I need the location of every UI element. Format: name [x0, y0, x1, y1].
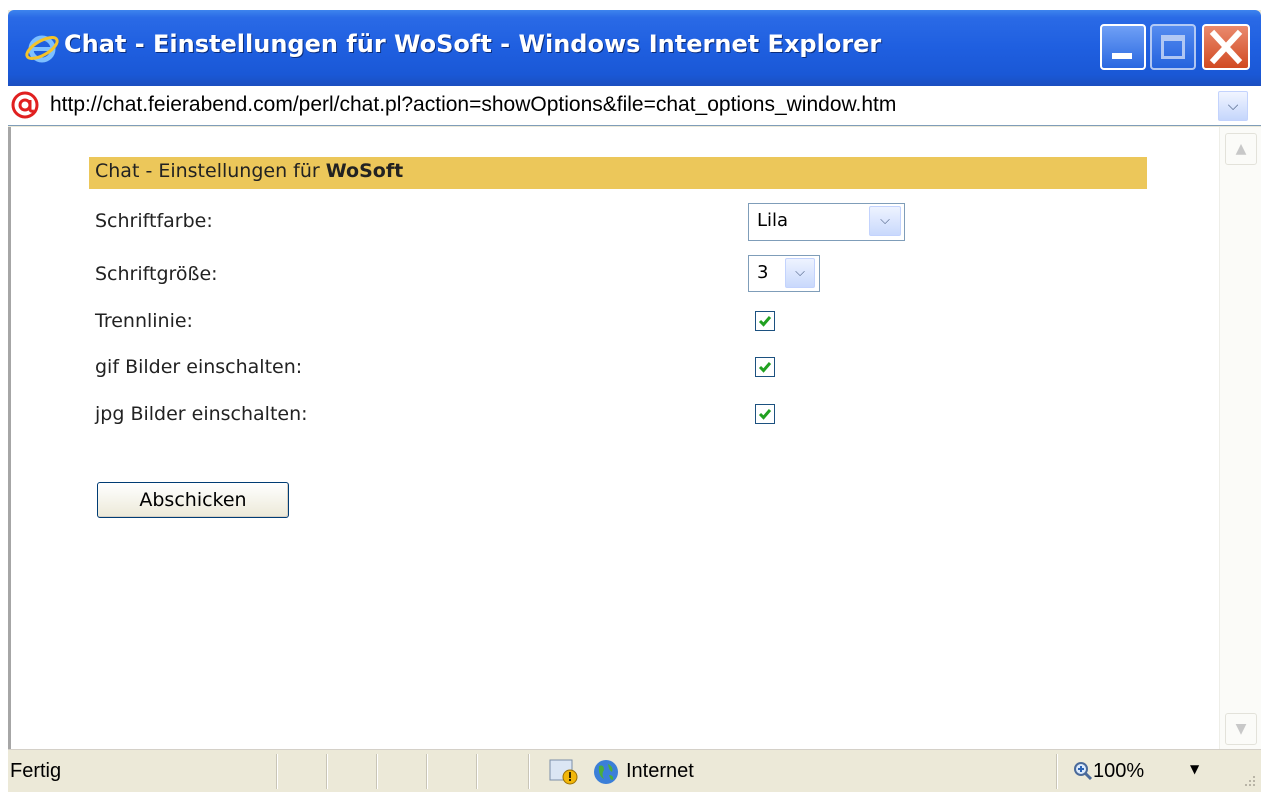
status-text: Fertig — [10, 760, 62, 782]
chevron-down-icon: ▼ — [1235, 721, 1247, 737]
vertical-scrollbar[interactable]: ▲ ▼ — [1219, 127, 1261, 749]
address-page-icon — [11, 91, 39, 119]
minimize-button[interactable] — [1100, 24, 1146, 70]
status-divider — [276, 754, 278, 789]
checkmark-icon — [758, 316, 772, 327]
status-divider — [528, 754, 530, 789]
chevron-up-icon: ▲ — [1235, 141, 1247, 157]
scroll-down-button[interactable]: ▼ — [1225, 713, 1257, 745]
settings-header: Chat - Einstellungen für WoSoft — [89, 157, 1147, 189]
font-color-value: Lila — [757, 210, 789, 231]
status-divider — [376, 754, 378, 789]
submit-button[interactable]: Abschicken — [97, 482, 289, 518]
label-font-color: Schriftfarbe: — [95, 210, 213, 232]
chevron-down-icon: ⌵ — [869, 206, 901, 236]
checkmark-icon — [758, 362, 772, 373]
security-zone-text: Internet — [626, 760, 694, 782]
chevron-down-icon: ⌵ — [785, 258, 815, 288]
zoom-dropdown-button[interactable]: ▼ — [1190, 762, 1199, 776]
checkmark-icon — [758, 409, 772, 420]
jpg-images-checkbox[interactable] — [755, 404, 775, 424]
chevron-down-icon: ⌵ — [1227, 98, 1239, 114]
label-gif-images: gif Bilder einschalten: — [95, 356, 303, 378]
divider-line-checkbox[interactable] — [755, 311, 775, 331]
minimize-icon — [1112, 53, 1132, 59]
page-title-prefix: Chat - Einstellungen für — [95, 160, 326, 182]
close-icon — [1209, 29, 1243, 65]
status-divider — [426, 754, 428, 789]
address-bar[interactable]: http://chat.feierabend.com/perl/chat.pl?… — [8, 86, 1261, 126]
label-divider-line: Trennlinie: — [95, 310, 193, 332]
scroll-up-button[interactable]: ▲ — [1225, 133, 1257, 165]
title-bar[interactable]: Chat - Einstellungen für WoSoft - Window… — [8, 10, 1261, 86]
ie-window: Chat - Einstellungen für WoSoft - Window… — [8, 10, 1261, 792]
label-font-size: Schriftgröße: — [95, 263, 218, 285]
maximize-icon — [1161, 35, 1185, 59]
window-title: Chat - Einstellungen für WoSoft - Window… — [64, 30, 882, 58]
page-title-user: WoSoft — [325, 160, 404, 182]
zoom-icon[interactable] — [1072, 760, 1094, 782]
gif-images-checkbox[interactable] — [755, 357, 775, 377]
font-size-value: 3 — [757, 262, 769, 283]
close-button[interactable] — [1202, 24, 1250, 70]
status-divider — [476, 754, 478, 789]
resize-grip-icon[interactable] — [1241, 772, 1257, 788]
page-content: Chat - Einstellungen für WoSoft Schriftf… — [8, 127, 1261, 749]
status-divider — [326, 754, 328, 789]
zoom-level[interactable]: 100% — [1093, 760, 1144, 783]
address-dropdown-button[interactable]: ⌵ — [1218, 91, 1248, 121]
label-jpg-images: jpg Bilder einschalten: — [95, 403, 308, 425]
status-divider — [1056, 754, 1058, 789]
page-title: Chat - Einstellungen für WoSoft — [95, 160, 403, 182]
status-bar: Fertig Internet 100% ▼ — [8, 749, 1261, 792]
font-color-select[interactable]: Lila ⌵ — [748, 203, 905, 241]
warning-icon[interactable] — [548, 758, 580, 786]
address-url[interactable]: http://chat.feierabend.com/perl/chat.pl?… — [50, 93, 896, 117]
globe-icon — [594, 760, 618, 784]
ie-logo-icon — [25, 35, 59, 63]
font-size-select[interactable]: 3 ⌵ — [748, 255, 820, 292]
maximize-button[interactable] — [1150, 24, 1196, 70]
